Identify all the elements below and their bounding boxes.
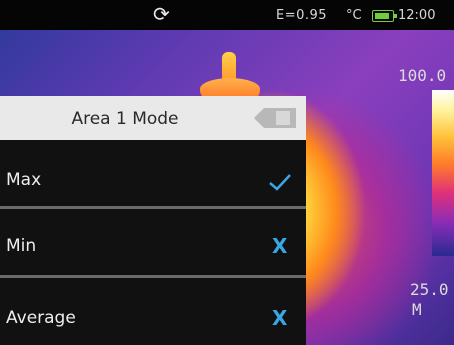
area-mode-menu: Area 1 Mode Max Min X Average X (0, 96, 306, 345)
x-icon: X (272, 306, 288, 330)
menu-item-min[interactable]: Min X (0, 209, 306, 275)
menu-item-max[interactable]: Max (0, 140, 306, 206)
x-icon: X (272, 234, 288, 258)
menu-item-label: Max (6, 170, 42, 190)
back-icon[interactable] (252, 106, 298, 130)
status-bar: ⟳ E=0.95 °C 12:00 (0, 0, 454, 30)
refresh-icon[interactable]: ⟳ (153, 4, 173, 24)
scale-min-label: 25.0 (410, 280, 449, 299)
temperature-scale-bar (432, 90, 454, 256)
battery-icon (372, 10, 397, 22)
menu-item-average[interactable]: Average X (0, 278, 306, 345)
emissivity-readout: E=0.95 (276, 8, 328, 23)
check-icon (269, 174, 291, 191)
menu-title: Area 1 Mode (71, 109, 179, 129)
menu-header: Area 1 Mode (0, 96, 306, 140)
menu-item-label: Average (6, 308, 76, 328)
menu-item-label: Min (6, 236, 37, 256)
clock: 12:00 (398, 8, 436, 23)
thermal-camera-screen: ⟳ E=0.95 °C 12:00 100.0 25.0 M Area 1 Mo… (0, 0, 454, 345)
scale-max-label: 100.0 (398, 66, 447, 85)
temperature-unit: °C (346, 8, 362, 23)
scale-mode-label: M (412, 300, 422, 319)
